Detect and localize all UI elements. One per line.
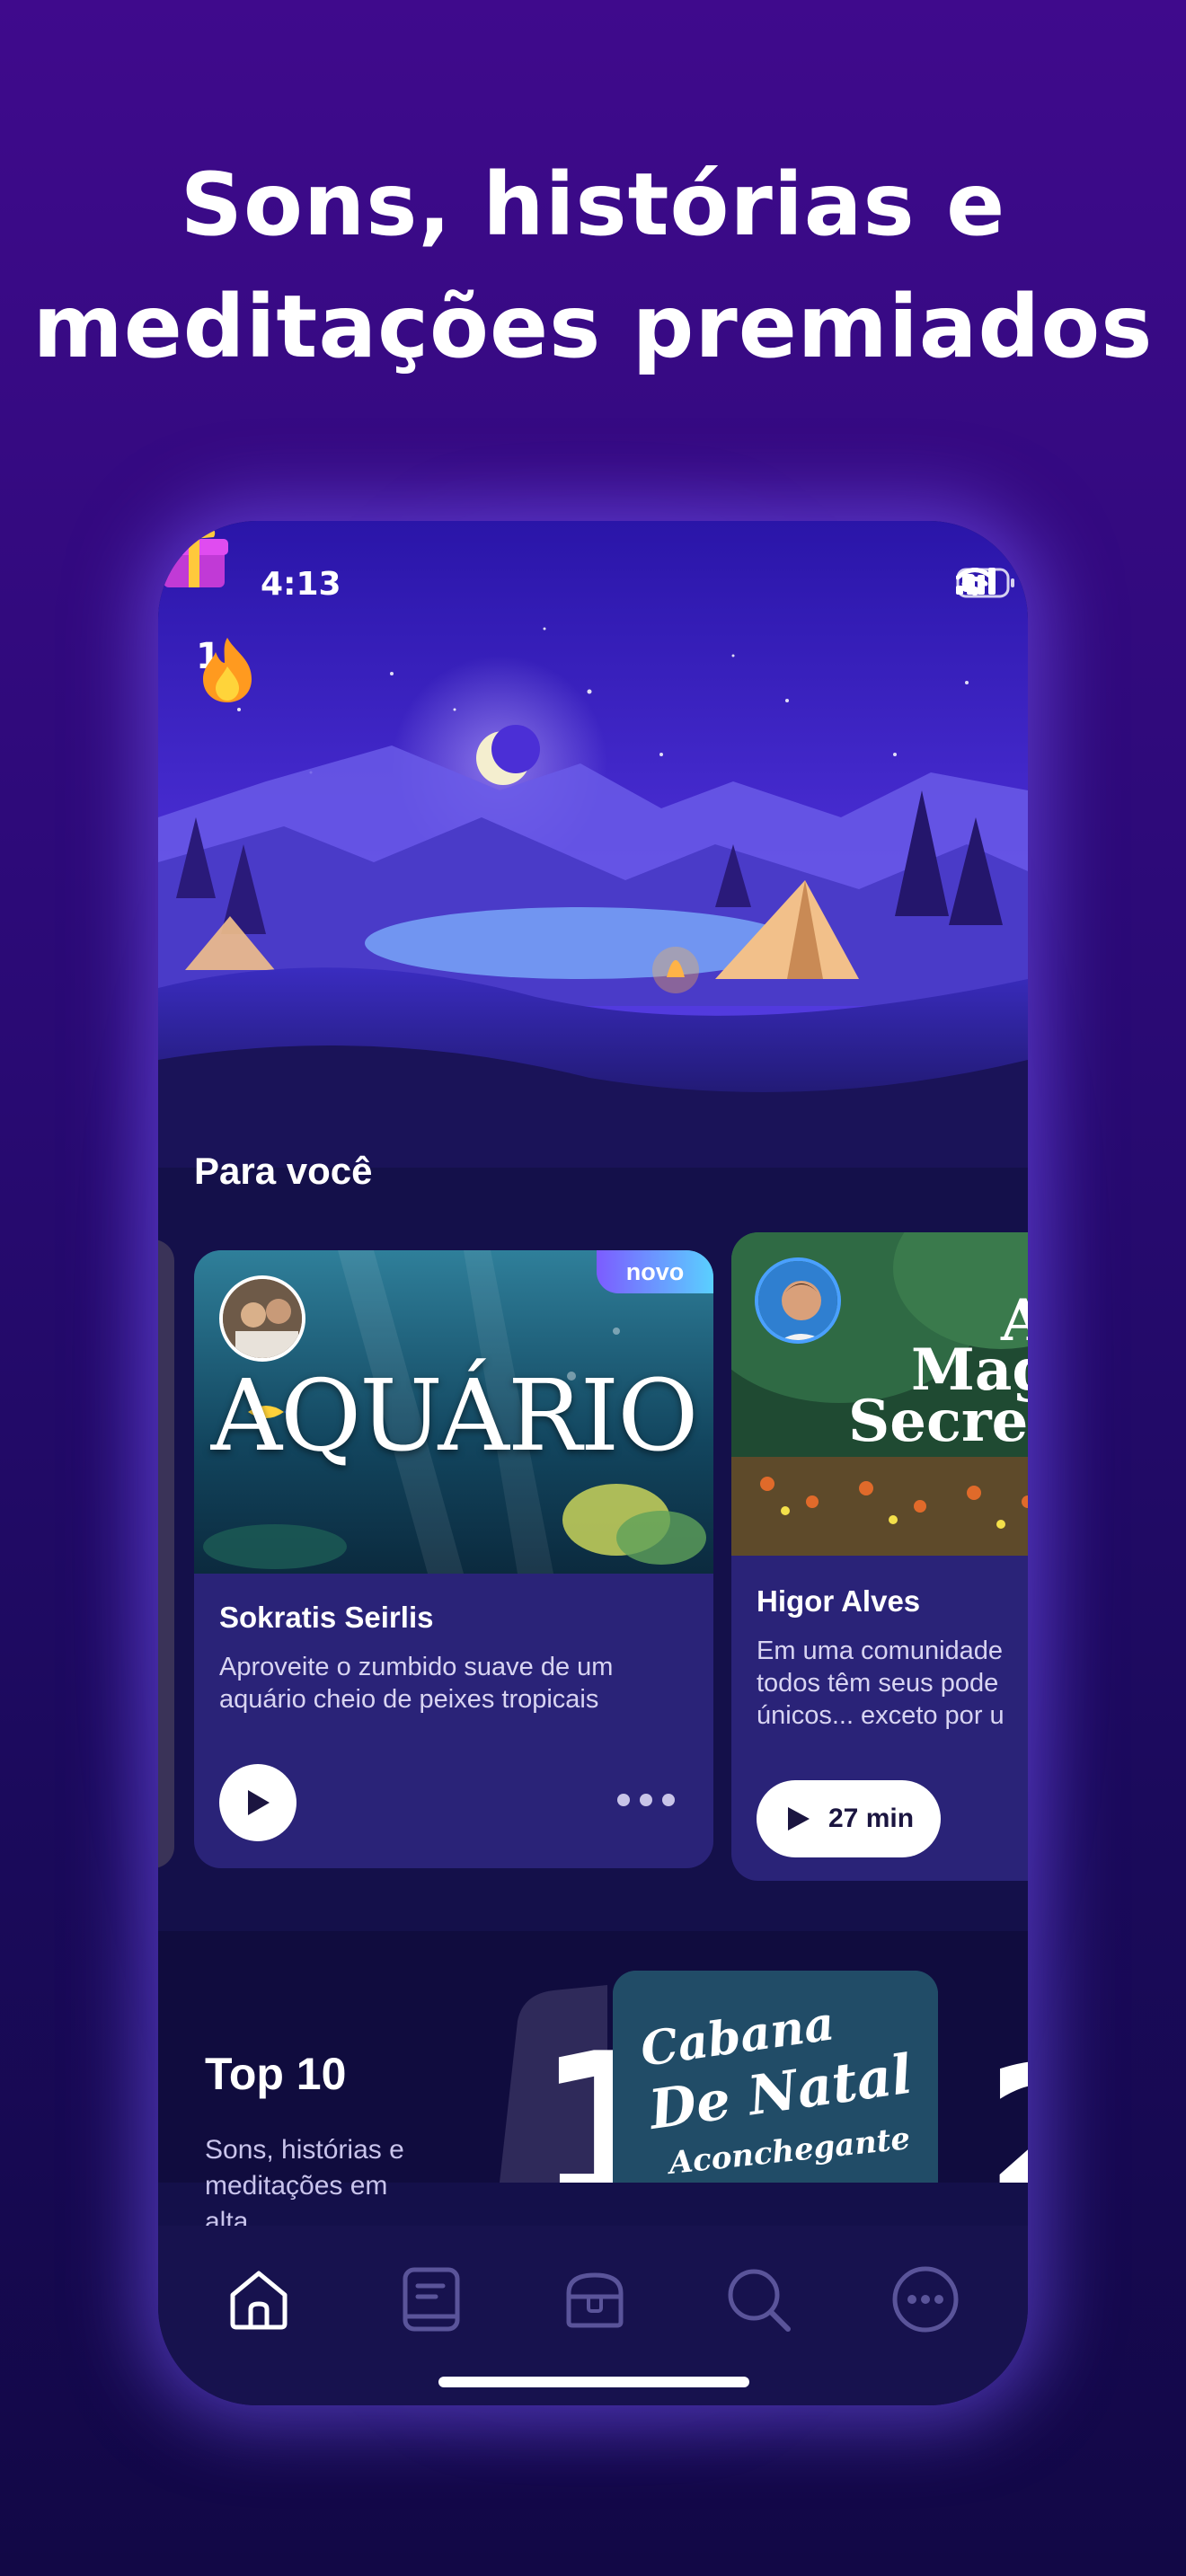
ellipsis-icon: [617, 1794, 675, 1806]
card-description-line: Aproveite o zumbido suave de um: [219, 1653, 614, 1681]
new-badge: novo: [597, 1250, 713, 1293]
duration-label: 27 min: [828, 1804, 915, 1833]
night-camp-illustration: [158, 521, 1028, 1168]
card-description: Aproveite o zumbido suave de um aquário …: [219, 1651, 695, 1716]
content-card-aquario[interactable]: AQUÁRIO novo Sokratis Seirlis Aproveite …: [194, 1250, 713, 1868]
search-icon: [728, 2269, 791, 2332]
card-description-line: aquário cheio de peixes tropicais: [219, 1685, 599, 1714]
headline-line-2: meditações premiados: [32, 277, 1154, 377]
card-author: Higor Alves: [757, 1584, 921, 1618]
top10-description-line: Sons, histórias e: [205, 2135, 404, 2165]
top10-title: Top 10: [205, 2049, 347, 2099]
top10-description: Sons, histórias e meditações em alta: [205, 2132, 465, 2240]
play-duration-button[interactable]: 27 min: [757, 1780, 942, 1857]
play-icon: [788, 1807, 810, 1831]
book-icon: [403, 2267, 460, 2332]
tab-home[interactable]: [221, 2262, 296, 2337]
card-previous-partial[interactable]: [158, 1239, 174, 1868]
gift-icon[interactable]: [158, 521, 230, 589]
cover-art-text: Secre: [848, 1388, 1028, 1455]
phone-screen: 4:13 1 Para você AQUÁRIO novo Sokratis S…: [158, 521, 1028, 2405]
aquario-title-art: AQUÁRIO: [210, 1358, 699, 1473]
author-avatar[interactable]: [219, 1275, 305, 1362]
card-description-line: Em uma comunidade: [757, 1636, 1004, 1665]
tab-saved[interactable]: [557, 2262, 633, 2337]
card-description-line: todos têm seus pode: [757, 1669, 999, 1698]
top10-description-line: meditações em: [205, 2171, 388, 2201]
page-headline: Sons, histórias e meditações premiados: [0, 144, 1186, 388]
flame-icon: [203, 638, 252, 702]
content-card-magia-secreta[interactable]: A Mag Secre Higor Alves Em uma comunidad…: [731, 1232, 1028, 1881]
streak-counter[interactable]: 1: [196, 636, 252, 702]
status-time: 4:13: [261, 566, 341, 603]
battery-icon: [956, 568, 1014, 598]
section-title-para-voce: Para você: [194, 1150, 373, 1192]
author-avatar[interactable]: [755, 1257, 841, 1344]
treasure-chest-icon: [566, 2272, 624, 2328]
home-icon: [230, 2271, 288, 2330]
more-icon: [892, 2266, 959, 2333]
hero-illustration: 4:13 1: [158, 521, 1028, 1168]
top10-rank-number: 2: [985, 2025, 1028, 2183]
more-options-button[interactable]: [616, 1775, 676, 1816]
headline-line-1: Sons, histórias e: [180, 154, 1006, 255]
tab-library[interactable]: [394, 2262, 469, 2337]
tab-more[interactable]: [888, 2262, 963, 2337]
home-indicator[interactable]: [438, 2377, 749, 2387]
card-description: Em uma comunidade todos têm seus pode ún…: [757, 1635, 1028, 1732]
tab-search[interactable]: [721, 2262, 796, 2337]
play-button[interactable]: [219, 1764, 296, 1841]
card-author: Sokratis Seirlis: [219, 1601, 434, 1634]
play-icon: [248, 1790, 270, 1815]
card-description-line: únicos... exceto por u: [757, 1701, 1005, 1730]
